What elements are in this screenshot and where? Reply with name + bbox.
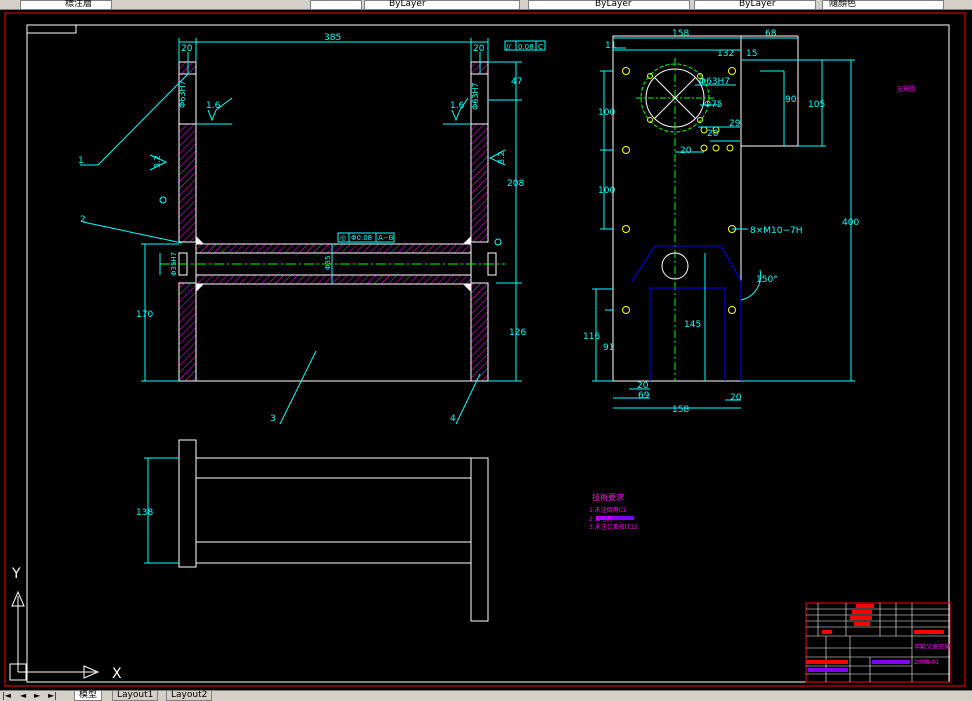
dim-116: 116 — [583, 332, 600, 342]
dim-158-bottom: 158 — [672, 405, 689, 415]
top-view — [178, 439, 489, 622]
dim-right-90: 90 — [785, 95, 797, 105]
roughness-left: 1.6 — [206, 101, 221, 111]
position-tol-datum: A−B — [378, 234, 394, 242]
dim-29: 29 — [729, 119, 741, 129]
dim-15: 15 — [746, 49, 757, 59]
dim-right-400: 400 — [842, 218, 859, 228]
dim-right-wall: 20 — [473, 44, 485, 54]
balloon-2: 2 — [80, 215, 86, 225]
dim-mid-right: 208 — [507, 179, 524, 189]
dim-20a: 20 — [707, 129, 719, 139]
dim-91: 91 — [603, 343, 614, 353]
dim-20b: 20 — [680, 146, 692, 156]
drawing-canvas[interactable]: 385 20 20 // 0.08 C 47 208 126 170 Φ63H7… — [0, 9, 972, 690]
roughness-side-left: 3.2 — [153, 155, 162, 168]
tech-note-3: 3.未注公差按IT12 — [589, 523, 638, 531]
dim-145: 145 — [684, 320, 701, 330]
layout-tab-bar: |◄ ◄ ► ►| 模型 Layout1 Layout2 — [0, 690, 972, 701]
thread-note: 8×M10−7H — [750, 226, 803, 236]
shaft-dim-left: Φ35H7 — [170, 252, 178, 276]
bore-right-label: Φ63H7 — [471, 82, 480, 110]
dim-69: 69 — [638, 391, 650, 401]
tech-notes-title: 技術要求 — [592, 492, 624, 502]
side-view-title: 左視圖 — [897, 85, 915, 93]
roughness-right: 1.6 — [450, 101, 465, 111]
tech-note-2: 2.去毛刺 — [589, 515, 613, 523]
technical-notes: 技術要求 1.未注倒角C1 2.去毛刺 3.未注公差按IT12 — [589, 492, 638, 531]
dim-left-mid: 100 — [598, 186, 615, 196]
bore-left-label: Φ63H7 — [178, 80, 187, 108]
flatness-datum: C — [538, 43, 543, 51]
angle-label: 150° — [756, 275, 778, 285]
dim-top-right: 68 — [765, 29, 777, 39]
dim-top-right: 47 — [511, 77, 522, 87]
title-block-drawing-no: 2008-01 — [914, 659, 939, 666]
dim-right-105: 105 — [808, 100, 825, 110]
flatness-value: 0.08 — [518, 43, 534, 51]
dim-top-small: 11 — [605, 41, 616, 51]
flatness-symbol: // — [506, 43, 511, 51]
dim-top-total: 158 — [672, 29, 689, 39]
dim-bottom-left: 170 — [136, 310, 153, 320]
title-block-name: 手動叉車支架 — [914, 643, 950, 651]
dim-20-bottom: 20 — [637, 381, 649, 391]
balloon-3: 3 — [270, 414, 276, 424]
ucs-x-label: X — [112, 666, 122, 682]
dim-left-upper: 100 — [598, 108, 615, 118]
ucs-icon — [9, 590, 100, 681]
bolt-circle-label: Φ75 — [704, 100, 723, 110]
bore-label: Φ63H7 — [699, 77, 730, 87]
dim-overall-width: 385 — [324, 33, 341, 43]
position-tol-value: Φ0.08 — [351, 234, 372, 242]
balloon-4: 4 — [450, 414, 456, 424]
balloon-1: 1 — [78, 156, 84, 166]
roughness-side-right: 3.2 — [497, 151, 506, 164]
dim-20-right: 20 — [730, 393, 742, 403]
layer-name: 標注層 — [65, 0, 93, 9]
side-view-labels: 158 68 11 132 15 Φ63H7 Φ75 100 100 90 10… — [583, 29, 859, 415]
tech-note-1: 1.未注倒角C1 — [589, 506, 627, 514]
ucs-y-label: Y — [11, 566, 21, 582]
dim-132: 132 — [717, 49, 734, 59]
position-tol-symbol: ◎ — [340, 234, 346, 242]
dim-left-wall: 20 — [181, 44, 193, 54]
dim-138: 138 — [136, 508, 153, 518]
dim-bottom-right: 126 — [509, 328, 526, 338]
title-block: 手動叉車支架 2008-01 — [805, 602, 951, 683]
side-view-dimensions — [592, 37, 855, 409]
shaft-dim-center: Φ35 — [324, 256, 332, 270]
